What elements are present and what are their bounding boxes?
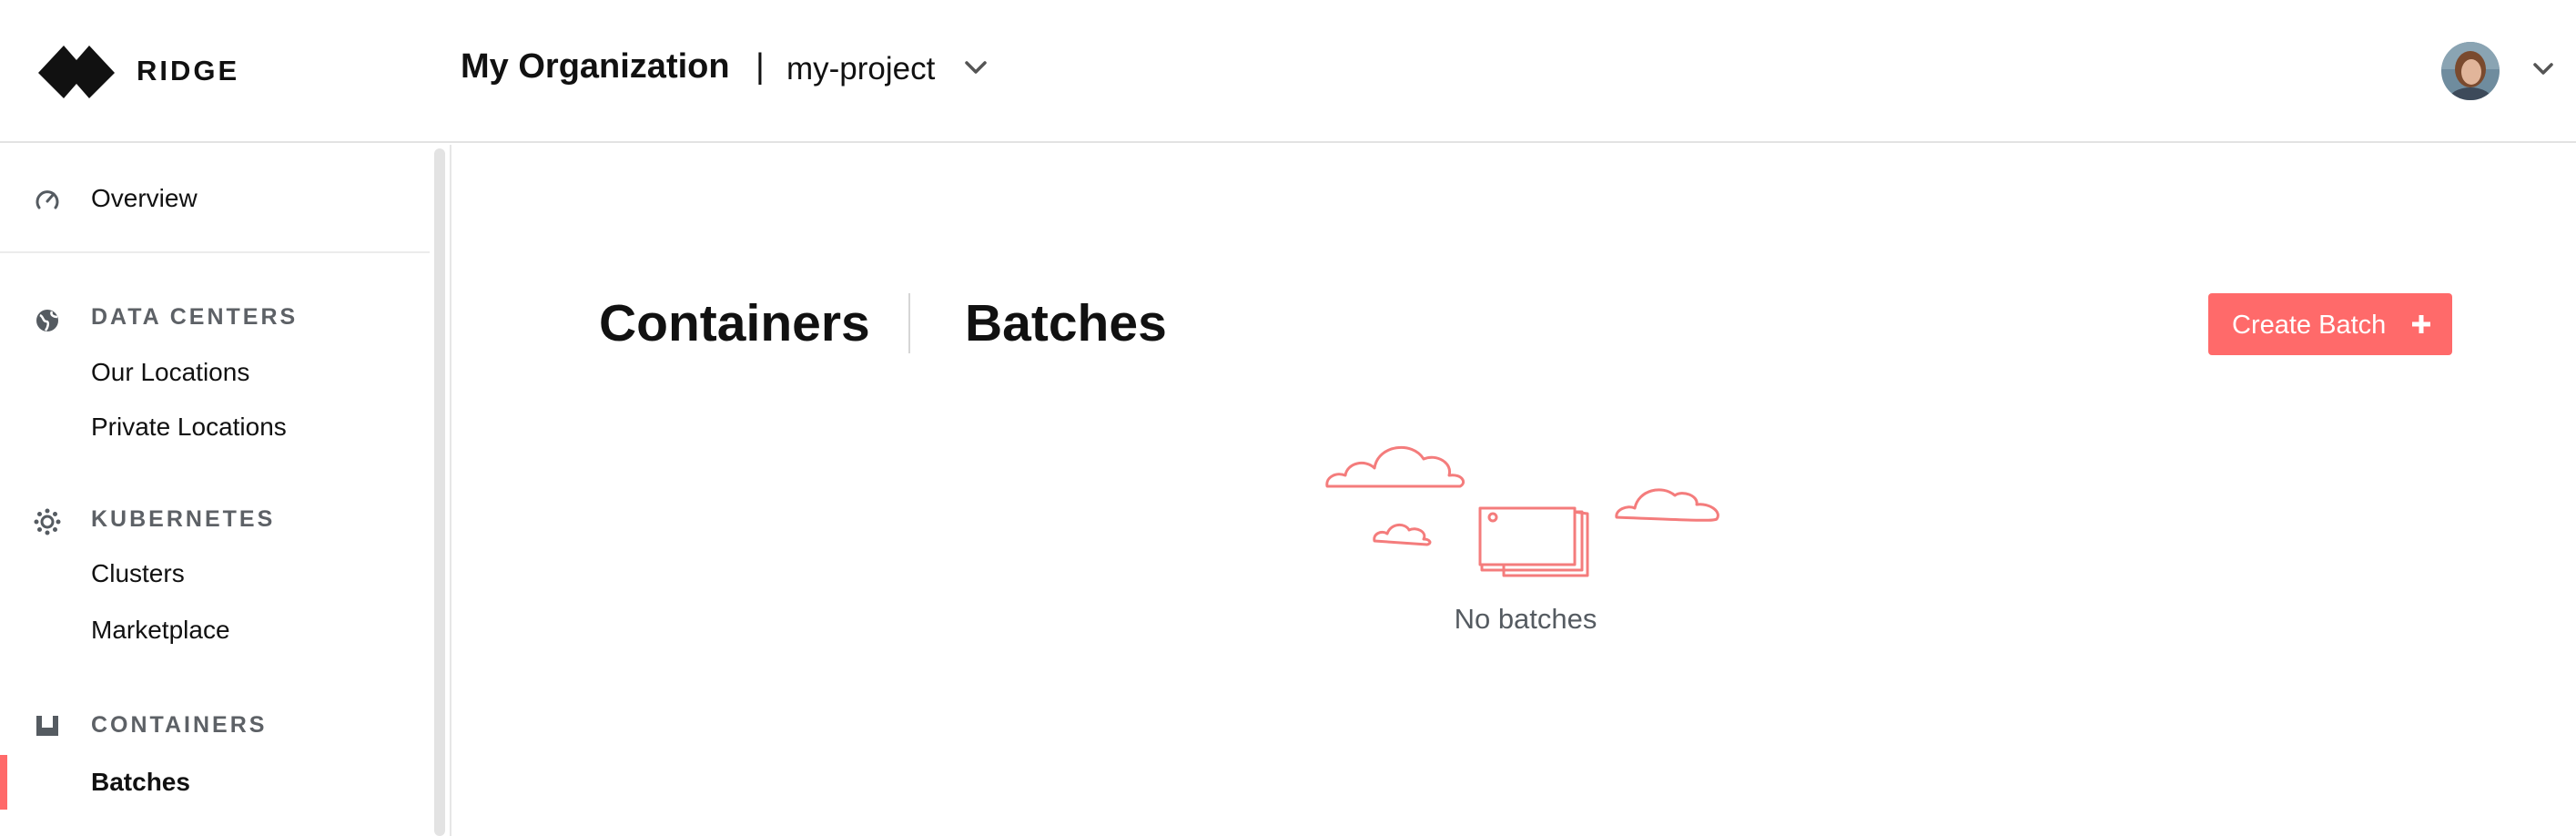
sidebar-item-label: Private Locations <box>91 413 287 441</box>
user-avatar[interactable] <box>2441 42 2500 100</box>
sidebar-item-label: Clusters <box>91 559 185 587</box>
tab-containers[interactable]: Containers <box>599 293 870 353</box>
sidebar: Overview DATA CENTERS Our Locations Priv… <box>0 145 451 836</box>
sidebar-item-our-locations[interactable]: Our Locations <box>0 351 428 396</box>
container-icon <box>33 711 62 740</box>
section-containers: CONTAINERS <box>91 712 268 738</box>
sidebar-divider <box>0 251 430 253</box>
sidebar-item-overview[interactable]: Overview <box>0 172 428 227</box>
section-kubernetes: KUBERNETES <box>91 506 276 532</box>
plus-icon <box>2410 313 2432 340</box>
sidebar-item-label: Our Locations <box>91 358 250 386</box>
sidebar-item-label: Batches <box>91 768 190 796</box>
sidebar-item-label: Overview <box>91 184 198 212</box>
empty-state-illustration <box>1323 426 1733 586</box>
sidebar-item-clusters[interactable]: Clusters <box>0 552 428 597</box>
tab-divider <box>908 293 910 353</box>
ridge-logo[interactable]: RIDGE <box>36 42 239 100</box>
sidebar-item-marketplace[interactable]: Marketplace <box>0 608 428 654</box>
create-batch-label: Create Batch <box>2232 311 2387 340</box>
breadcrumb-separator: | <box>756 47 765 86</box>
ridge-logo-icon <box>38 46 115 98</box>
organization-name[interactable]: My Organization <box>461 47 730 87</box>
sidebar-item-batches[interactable]: Batches <box>0 755 428 810</box>
user-menu-chevron-down-icon[interactable] <box>2532 60 2554 81</box>
project-chevron-down-icon[interactable] <box>963 58 989 81</box>
create-batch-button[interactable]: Create Batch <box>2208 293 2452 355</box>
sidebar-item-label: Marketplace <box>91 616 230 644</box>
sidebar-item-private-locations[interactable]: Private Locations <box>0 405 428 451</box>
project-name[interactable]: my-project <box>786 51 935 87</box>
empty-state-message: No batches <box>1454 603 1597 635</box>
top-header: RIDGE My Organization | my-project <box>0 0 2576 143</box>
speedometer-icon <box>33 185 62 214</box>
sidebar-scrollbar[interactable] <box>434 148 445 836</box>
tab-batches[interactable]: Batches <box>965 293 1167 353</box>
brand-name: RIDGE <box>137 55 240 87</box>
kubernetes-icon <box>33 507 62 536</box>
globe-icon <box>33 306 62 335</box>
section-data-centers: DATA CENTERS <box>91 304 299 330</box>
